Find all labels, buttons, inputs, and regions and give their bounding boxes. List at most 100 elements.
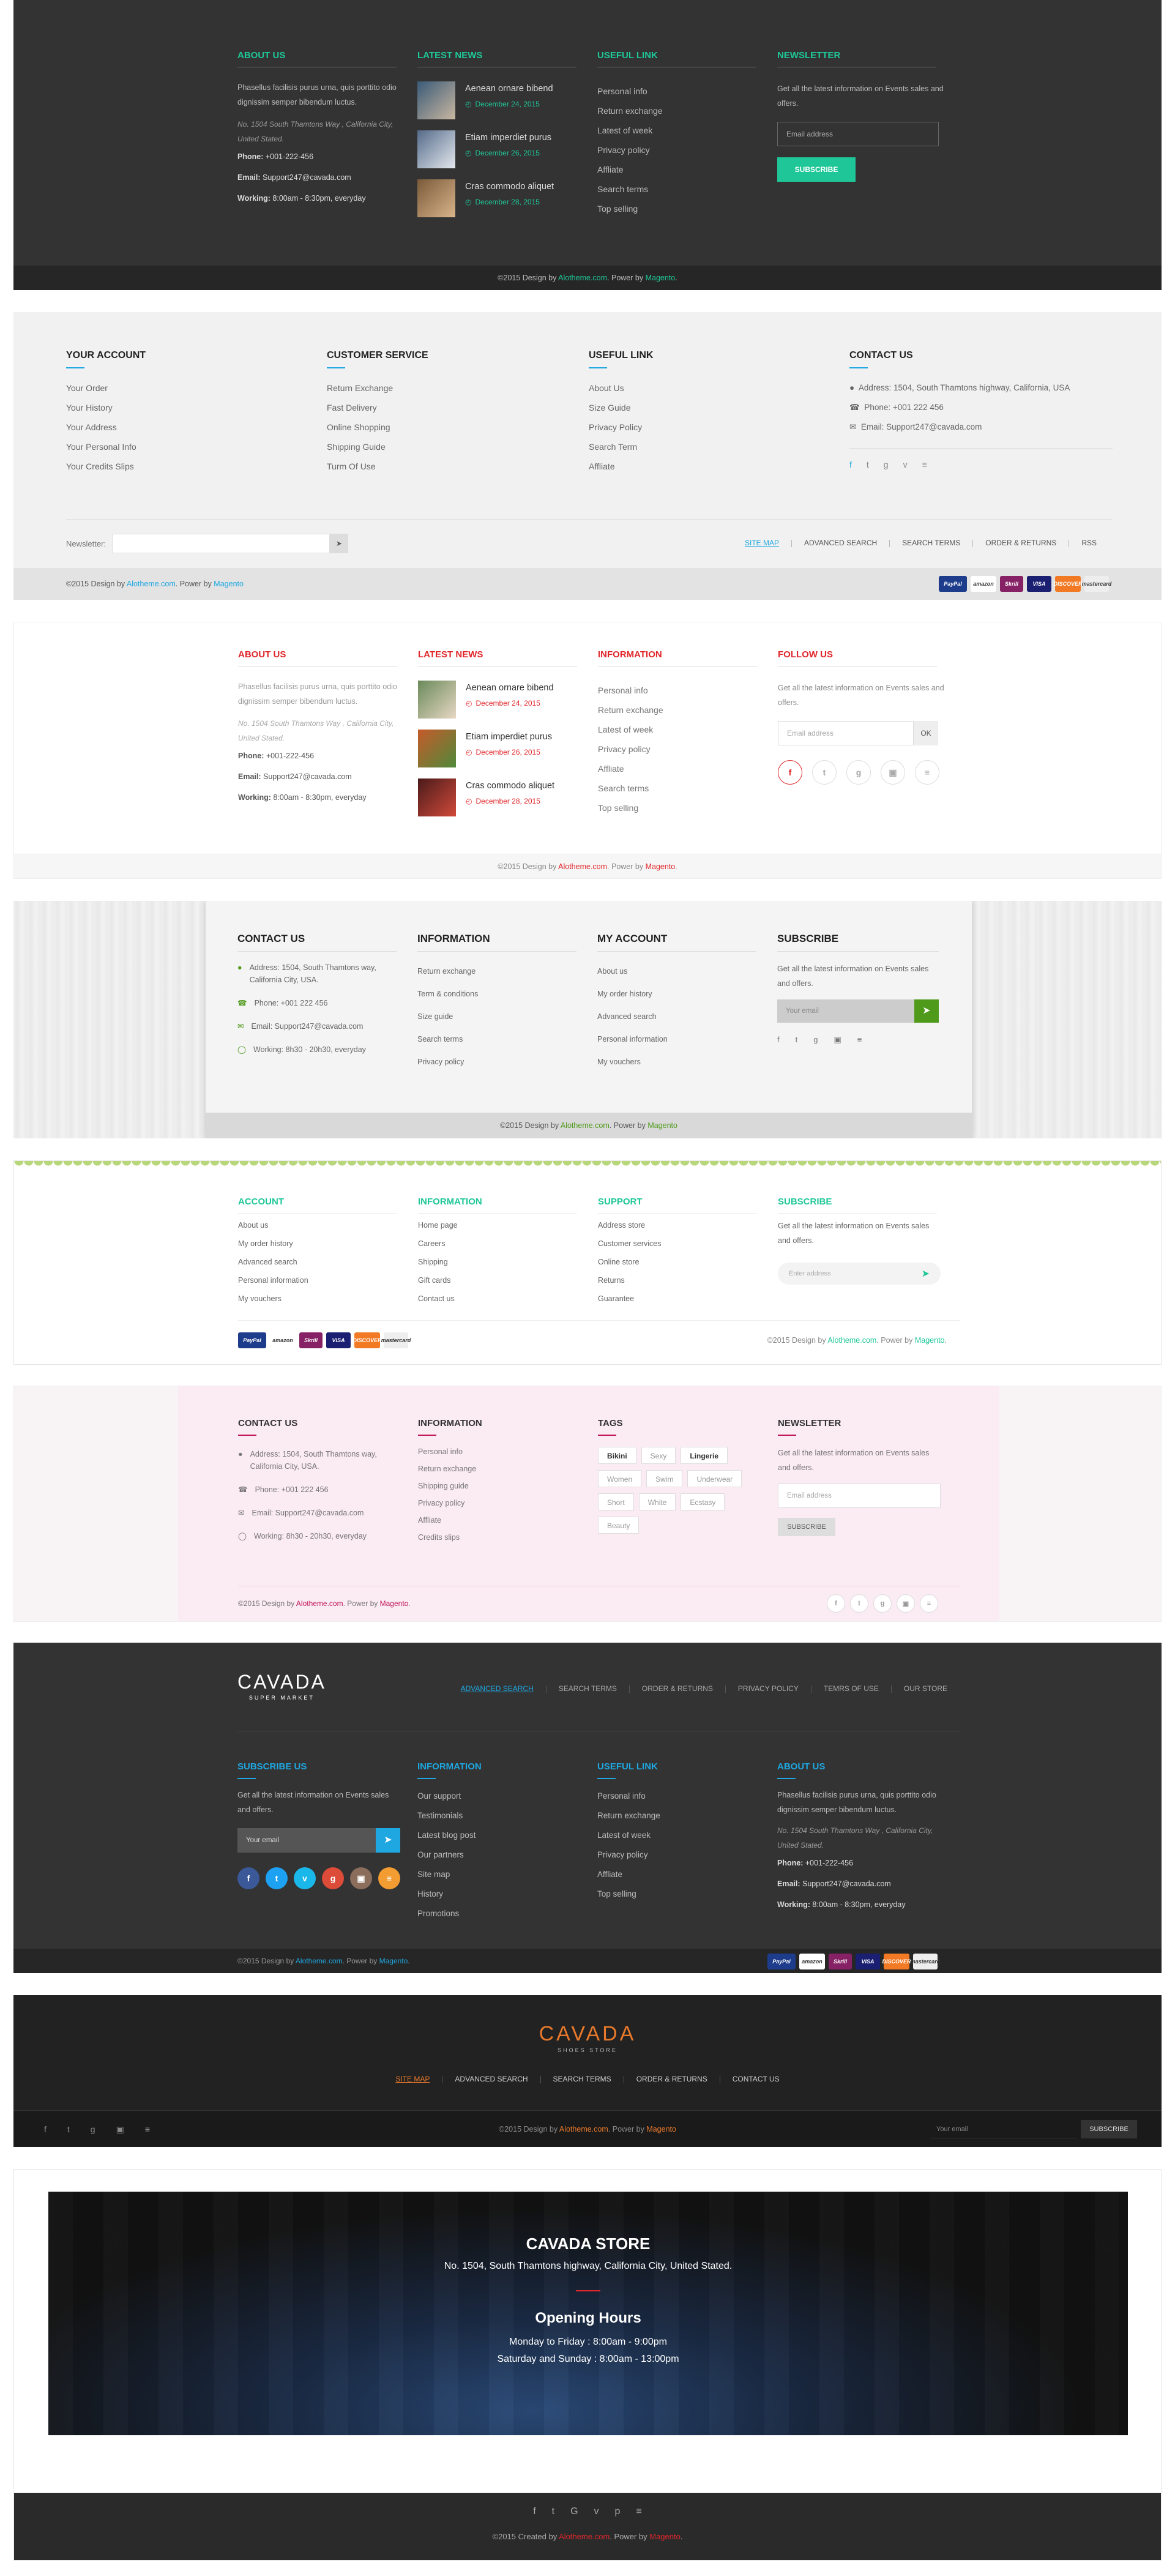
info-link[interactable]: Affliate [418,1512,577,1529]
useful-link[interactable]: Affliate [589,457,821,476]
email-input[interactable]: Your email [237,1828,376,1853]
brand-link[interactable]: Alotheme.com [827,1336,876,1345]
send-icon[interactable]: ➤ [914,999,939,1023]
support-link[interactable]: Guarantee [598,1290,757,1308]
email-line[interactable]: ✉ Email: Support247@cavada.com [237,1020,397,1032]
useful-link[interactable]: Affliate [597,160,756,179]
rss-icon[interactable]: ≡ [378,1867,400,1889]
news-thumbnail[interactable] [417,130,455,168]
magento-link[interactable]: Magento [647,1121,677,1130]
email-line[interactable]: Email: Support247@cavada.com [238,766,397,787]
tag-item[interactable]: Swim [646,1470,683,1487]
nav-order-returns[interactable]: ORDER & RETURNS [973,539,1069,547]
useful-link[interactable]: Top selling [597,1884,756,1904]
useful-link[interactable]: Return exchange [597,1806,756,1826]
instagram-icon[interactable]: ▣ [897,1594,915,1613]
brand-link[interactable]: Alotheme.com [296,1599,343,1608]
news-title[interactable]: Cras commodo aliquet [465,182,554,192]
nav-site-map[interactable]: SITE MAP [383,2075,442,2083]
nav-search-terms[interactable]: SEARCH TERMS [541,2075,624,2083]
account-link[interactable]: Your Address [66,417,299,437]
info-link[interactable]: Contact us [418,1290,577,1308]
info-link[interactable]: Personal info [418,1443,577,1460]
info-link[interactable]: Promotions [417,1904,576,1924]
useful-link[interactable]: Privacy policy [597,140,756,160]
support-link[interactable]: Online store [598,1253,757,1271]
news-item[interactable]: Aenean ornare bibend ◴ December 24, 2015 [417,81,576,122]
rss-icon[interactable]: ≡ [145,2124,171,2134]
tag-item[interactable]: Sexy [641,1447,676,1464]
info-link[interactable]: Size guide [417,1006,576,1028]
subscribe-button[interactable]: SUBSCRIBE [777,157,856,182]
tag-item[interactable]: Lingerie [681,1447,728,1464]
info-link[interactable]: Personal info [598,681,757,700]
magento-link[interactable]: Magento [646,2125,676,2134]
info-link[interactable]: Affliate [598,759,757,778]
account-link[interactable]: Personal information [597,1028,756,1051]
useful-link[interactable]: Privacy Policy [589,417,821,437]
news-thumbnail[interactable] [418,730,456,767]
news-thumbnail[interactable] [417,81,455,119]
email-line[interactable]: Email: Support247@cavada.com [237,167,397,188]
twitter-icon[interactable]: t [850,1594,868,1613]
service-link[interactable]: Fast Delivery [327,398,559,417]
vimeo-icon[interactable]: v [594,2506,615,2517]
twitter-icon[interactable]: t [812,760,837,785]
nav-advanced-search[interactable]: ADVANCED SEARCH [442,2075,540,2083]
tag-item[interactable]: Underwear [687,1470,742,1487]
twitter-icon[interactable]: t [867,460,884,469]
facebook-icon[interactable]: f [778,760,802,785]
instagram-icon[interactable]: ▣ [834,1035,857,1044]
info-link[interactable]: Testimonials [417,1806,576,1826]
brand-link[interactable]: Alotheme.com [558,274,607,282]
news-item[interactable]: Etiam imperdiet purus ◴ December 26, 2015 [418,730,577,770]
google-plus-icon[interactable]: g [322,1867,344,1889]
rss-icon[interactable]: ≡ [857,1035,878,1044]
send-icon[interactable]: ➤ [376,1828,400,1853]
useful-link[interactable]: Top selling [597,199,756,218]
newsletter-input[interactable] [112,534,330,553]
nav-rss[interactable]: RSS [1069,539,1109,547]
account-link[interactable]: Your Order [66,378,299,398]
account-link[interactable]: My vouchers [597,1051,756,1073]
facebook-icon[interactable]: f [44,2124,67,2134]
account-link[interactable]: My order history [597,983,756,1006]
useful-link[interactable]: Size Guide [589,398,821,417]
facebook-icon[interactable]: f [849,460,867,469]
newsletter-email-input[interactable]: Email address [777,122,939,146]
info-link[interactable]: Home page [418,1216,577,1234]
useful-link[interactable]: Search Term [589,437,821,457]
magento-link[interactable]: Magento [214,580,244,588]
magento-link[interactable]: Magento [646,274,676,282]
info-link[interactable]: History [417,1884,576,1904]
magento-link[interactable]: Magento [380,1599,409,1608]
news-title[interactable]: Aenean ornare bibend [465,84,553,94]
nav-our-store[interactable]: OUR STORE [892,1684,960,1693]
vimeo-icon[interactable]: v [903,460,922,469]
rss-icon[interactable]: ≡ [920,1594,938,1613]
info-link[interactable]: Gift cards [418,1271,577,1290]
account-link[interactable]: Advanced search [238,1253,397,1271]
info-link[interactable]: Latest of week [598,720,757,739]
info-link[interactable]: Term & conditions [417,983,576,1006]
google-plus-icon[interactable]: g [91,2124,116,2134]
info-link[interactable]: Search terms [417,1028,576,1051]
magento-link[interactable]: Magento [649,2532,681,2541]
account-link[interactable]: Advanced search [597,1006,756,1028]
useful-link[interactable]: Return exchange [597,101,756,121]
nav-site-map[interactable]: SITE MAP [733,539,791,547]
nav-search-terms[interactable]: SEARCH TERMS [890,539,972,547]
news-title[interactable]: Etiam imperdiet purus [465,133,551,143]
email-input[interactable]: Your email [930,2120,1077,2138]
subscribe-button[interactable]: SUBSCRIBE [778,1518,835,1536]
nav-advanced-search[interactable]: ADVANCED SEARCH [449,1684,546,1693]
useful-link[interactable]: Personal info [597,1786,756,1806]
nav-temrs-of-use[interactable]: TEMRS OF USE [811,1684,891,1693]
facebook-icon[interactable]: f [237,1867,259,1889]
twitter-icon[interactable]: t [552,2506,570,2517]
twitter-icon[interactable]: t [67,2124,91,2134]
useful-link[interactable]: Personal info [597,81,756,101]
tag-item[interactable]: Short [598,1493,634,1510]
rss-icon[interactable]: ≡ [915,760,939,785]
info-link[interactable]: Return exchange [418,1460,577,1477]
